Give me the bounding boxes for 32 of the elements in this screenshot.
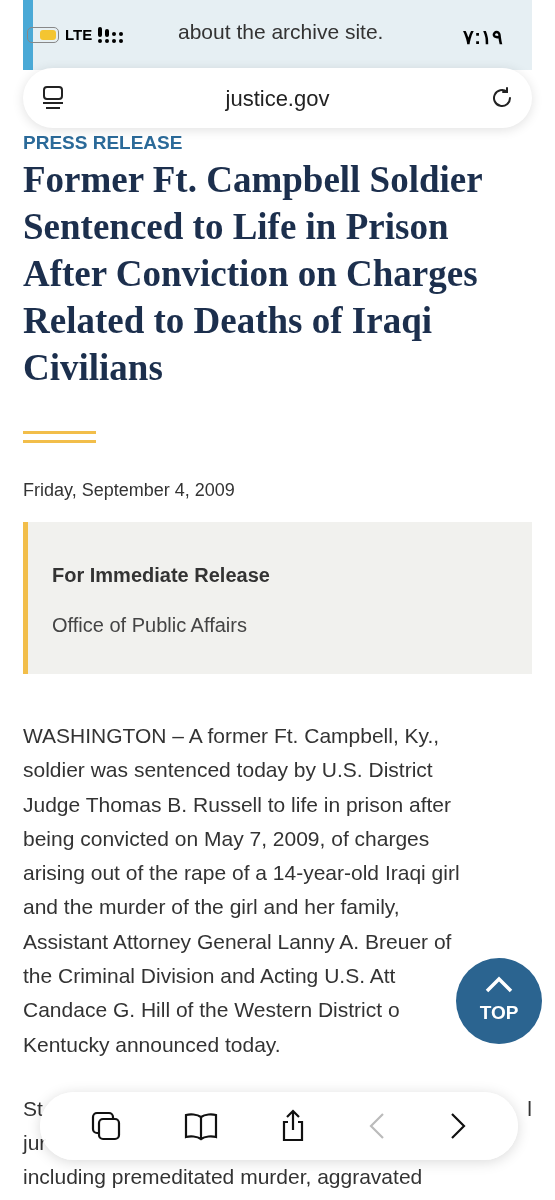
reload-icon[interactable] bbox=[490, 86, 514, 110]
paragraph-line: and the murder of the girl and her family, bbox=[23, 894, 400, 921]
release-title: For Immediate Release bbox=[52, 563, 271, 588]
status-time: ٧:١٩ bbox=[463, 25, 503, 50]
paragraph-line: Kentucky announced today. bbox=[23, 1031, 281, 1058]
paragraph-fragment: St bbox=[23, 1096, 43, 1123]
paragraph-line: arising out of the rape of a 14-year-old Iraqi girl bbox=[23, 860, 460, 887]
paragraph-line: Judge Thomas B. Russell to life in prison after bbox=[23, 791, 451, 818]
signal-icon bbox=[98, 27, 125, 44]
book-icon[interactable] bbox=[182, 1111, 219, 1141]
back-to-top-button[interactable]: TOP bbox=[456, 958, 542, 1044]
paragraph-line: the Criminal Division and Acting U.S. Att bbox=[23, 963, 396, 990]
article-date: Friday, September 4, 2009 bbox=[23, 479, 236, 502]
network-label: LTE bbox=[65, 25, 93, 45]
release-office: Office of Public Affairs bbox=[52, 613, 248, 638]
paragraph-fragment: jur bbox=[23, 1130, 47, 1157]
paragraph-fragment: l bbox=[527, 1096, 532, 1123]
battery-icon bbox=[27, 27, 59, 44]
tabs-menu-icon[interactable] bbox=[41, 85, 65, 111]
tabs-icon[interactable] bbox=[90, 1110, 123, 1142]
press-release-label: PRESS RELEASE bbox=[23, 133, 183, 152]
paragraph-line: being convicted on May 7, 2009, of charges bbox=[23, 825, 430, 852]
paragraph-line: Assistant Attorney General Lanny A. Breuer of bbox=[23, 928, 452, 955]
chevron-up-icon bbox=[484, 974, 514, 993]
paragraph-line: including premeditated murder, aggravated bbox=[23, 1163, 424, 1190]
url-text[interactable]: justice.gov bbox=[65, 81, 490, 115]
paragraph-line: soldier was sentenced today by U.S. District bbox=[23, 757, 433, 784]
address-bar[interactable]: justice.gov bbox=[23, 68, 532, 128]
banner-text: about the archive site. bbox=[178, 19, 384, 45]
paragraph-line: WASHINGTON – A former Ft. Campbell, Ky., bbox=[23, 723, 440, 749]
article-headline: Former Ft. Campbell Soldier Sentenced to Life in Prison After Conviction on Charges Related to Deaths of Iraqi Civilians bbox=[23, 158, 483, 390]
paragraph-line: Candace G. Hill of the Western District o bbox=[23, 997, 400, 1024]
